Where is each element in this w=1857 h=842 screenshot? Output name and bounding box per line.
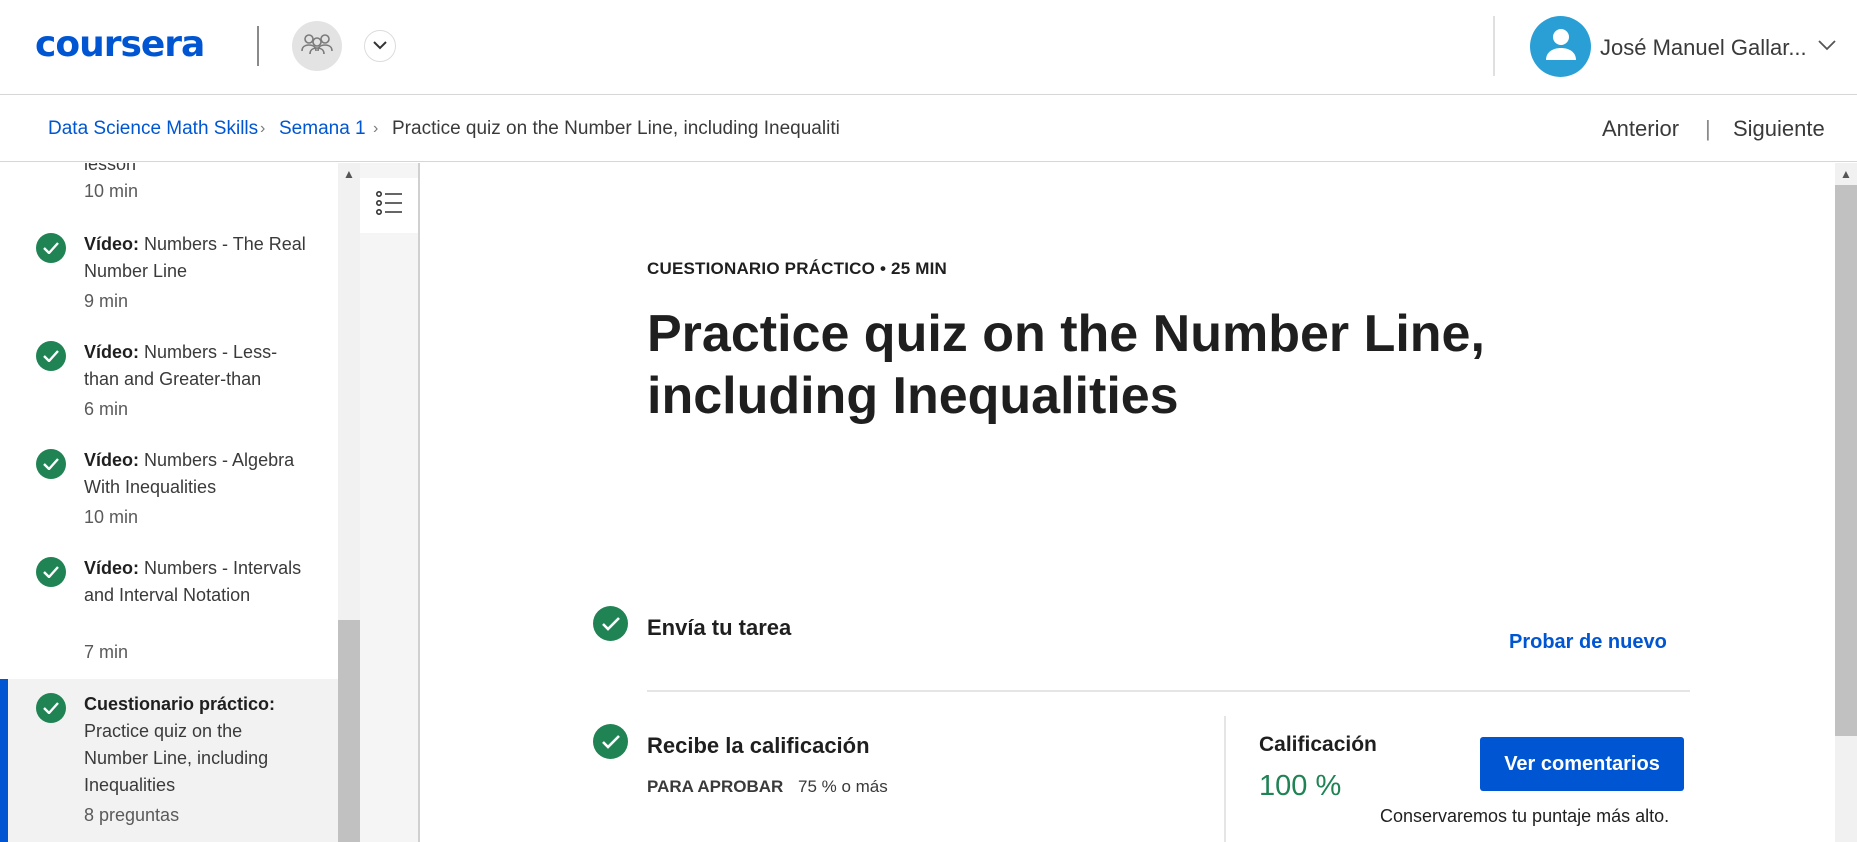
check-icon	[36, 233, 66, 263]
chevron-down-icon[interactable]	[1818, 38, 1836, 56]
coursera-logo[interactable]: coursera	[35, 24, 205, 65]
retry-link[interactable]: Probar de nuevo	[1509, 631, 1667, 654]
sidebar-item-video[interactable]: Vídeo: Numbers - Algebra With Inequaliti…	[0, 447, 338, 547]
main-scroll-thumb[interactable]	[1835, 185, 1857, 736]
chevron-right-icon: ›	[260, 120, 266, 137]
item-kicker: CUESTIONARIO PRÁCTICO • 25 MIN	[647, 259, 948, 278]
submit-step-title: Envía tu tarea	[647, 615, 792, 640]
check-icon	[593, 606, 628, 641]
sidebar-item-type: Vídeo:	[84, 234, 140, 254]
logo-divider	[257, 26, 259, 66]
breadcrumb-bar: Data Science Math Skills › Semana 1 › Pr…	[0, 96, 1857, 162]
check-icon	[593, 724, 628, 759]
check-icon	[36, 557, 66, 587]
chevron-down-icon	[373, 37, 387, 55]
chevron-right-icon: ›	[373, 120, 379, 137]
scroll-up-icon[interactable]: ▲	[1840, 167, 1852, 181]
keep-highest-note: Conservaremos tu puntaje más alto.	[1380, 806, 1670, 826]
sidebar-item-type: Vídeo:	[84, 450, 140, 470]
main-content: CUESTIONARIO PRÁCTICO • 25 MIN Practice …	[422, 163, 1857, 842]
nav-separator: |	[1705, 116, 1711, 141]
people-icon	[299, 32, 335, 61]
sidebar-item-type: Vídeo:	[84, 558, 140, 578]
breadcrumb-week[interactable]: Semana 1	[279, 118, 366, 140]
sidebar-item-duration: 9 min	[84, 291, 129, 311]
scroll-up-icon[interactable]: ▲	[343, 167, 355, 181]
sidebar-item-label: lesson	[84, 163, 137, 174]
sidebar-item-duration: 10 min	[84, 507, 139, 527]
sidebar-toggle-column	[360, 163, 420, 842]
sidebar-item-video[interactable]: Vídeo: Numbers - The Real Number Line 9 …	[0, 231, 338, 331]
sidebar-scrollbar[interactable]: ▲	[338, 163, 360, 842]
sidebar-item-duration: 6 min	[84, 399, 129, 419]
sidebar-item-type: Vídeo:	[84, 342, 140, 362]
group-avatar[interactable]	[292, 21, 342, 71]
main-scrollbar[interactable]: ▲	[1835, 163, 1857, 842]
user-icon	[1541, 24, 1581, 69]
sidebar-item-active-quiz[interactable]: Cuestionario práctico: Practice quiz on …	[0, 679, 338, 842]
pass-label: PARA APROBAR	[647, 777, 784, 796]
sidebar-item-label: Practice quiz on the Number Line, includ…	[84, 721, 269, 795]
previous-link[interactable]: Anterior	[1602, 116, 1679, 142]
page-title: Practice quiz on the Number Line, includ…	[647, 305, 1485, 425]
check-icon	[36, 693, 66, 723]
sidebar-item-video[interactable]: Vídeo: Numbers - Less-than and Greater-t…	[0, 339, 338, 439]
divider	[647, 690, 1690, 692]
list-icon	[375, 189, 403, 222]
group-menu-button[interactable]	[364, 30, 396, 62]
sidebar-item-type: Cuestionario práctico:	[84, 694, 276, 714]
grade-label: Calificación	[1259, 733, 1377, 756]
sidebar-item-duration: 8 preguntas	[84, 805, 180, 825]
course-sidebar: lesson 10 min Vídeo: Numbers - The Real …	[0, 163, 338, 842]
check-icon	[36, 341, 66, 371]
grade-value: 100 %	[1259, 770, 1342, 802]
active-indicator	[0, 679, 8, 842]
grade-step-title: Recibe la calificación	[647, 733, 870, 758]
user-avatar[interactable]	[1530, 16, 1591, 77]
toggle-outline-button[interactable]	[360, 178, 418, 233]
check-icon	[36, 449, 66, 479]
view-feedback-button[interactable]: Ver comentarios	[1480, 737, 1684, 791]
user-name[interactable]: José Manuel Gallar...	[1600, 35, 1807, 61]
sidebar-item-duration: 10 min	[84, 181, 139, 201]
grade-divider	[1224, 716, 1226, 842]
pass-value: 75 % o más	[798, 777, 888, 796]
next-link[interactable]: Siguiente	[1733, 116, 1825, 142]
breadcrumb-current: Practice quiz on the Number Line, includ…	[392, 118, 840, 139]
sidebar-item-duration: 7 min	[84, 642, 129, 662]
breadcrumb-course[interactable]: Data Science Math Skills	[48, 118, 258, 140]
top-header: coursera José Manuel Gallar...	[0, 0, 1857, 95]
sidebar-scroll-thumb[interactable]	[338, 620, 360, 842]
sidebar-item-partial[interactable]: lesson 10 min	[0, 163, 338, 211]
sidebar-item-video[interactable]: Vídeo: Numbers - Intervals and Interval …	[0, 555, 338, 675]
header-divider	[1493, 16, 1495, 76]
